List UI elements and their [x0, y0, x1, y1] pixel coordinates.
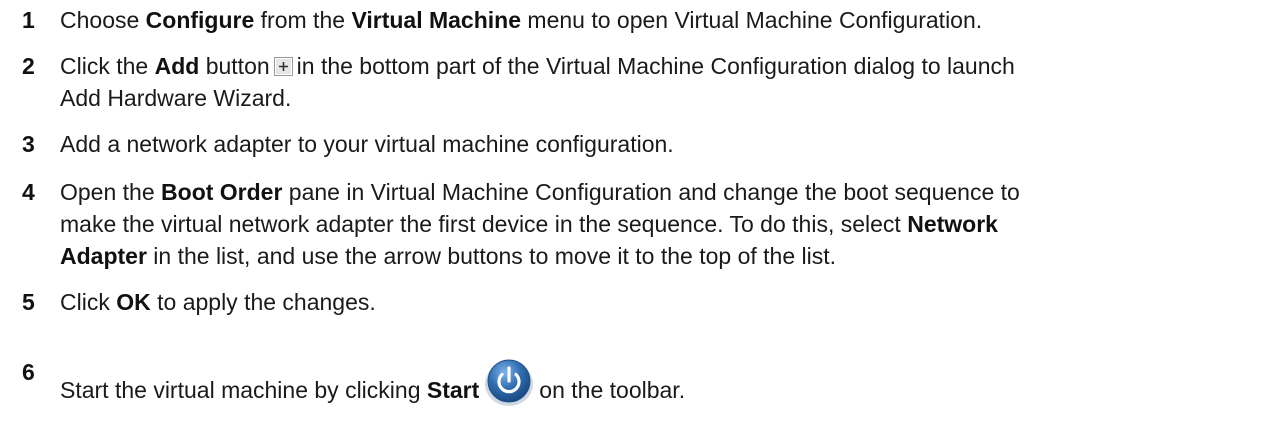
text-run: Open the	[60, 179, 162, 205]
text-run: Add a network adapter to your virtual ma…	[60, 131, 674, 157]
bold-term: Add	[154, 53, 200, 79]
add-plus-icon	[273, 57, 293, 76]
bold-term: OK	[116, 289, 151, 315]
text-run: button	[199, 53, 270, 79]
text-run: menu to open Virtual Machine Configurati…	[521, 7, 983, 33]
text-run: Click	[60, 289, 117, 315]
text-run: from the	[254, 7, 352, 33]
text-run: Add Hardware Wizard.	[60, 85, 292, 111]
step-text: Click the Add button in the bottom part o…	[60, 50, 1265, 114]
step-text: Open the Boot Order pane in Virtual Mach…	[60, 176, 1265, 272]
step-text: Click OK to apply the changes.	[60, 286, 1265, 318]
bold-term: Network	[907, 211, 998, 237]
bold-term: Boot Order	[161, 179, 283, 205]
text-run: in the bottom part of the Virtual Machin…	[296, 53, 1015, 79]
text-run: make the virtual network adapter the fir…	[60, 211, 908, 237]
bold-term: Start	[426, 377, 480, 403]
step-text: Add a network adapter to your virtual ma…	[60, 128, 1265, 160]
bold-term: Adapter	[60, 243, 147, 269]
bold-term: Virtual Machine	[351, 7, 522, 33]
step-text: Start the virtual machine by clicking St…	[60, 356, 1265, 408]
step-number: 3	[22, 131, 35, 157]
step-number: 6	[22, 359, 35, 385]
power-start-icon	[485, 359, 534, 406]
text-run: to apply the changes.	[150, 289, 376, 315]
text-run: pane in Virtual Machine Configuration an…	[282, 179, 1020, 205]
text-run: in the list, and use the arrow buttons t…	[146, 243, 837, 269]
text-run: Click the	[60, 53, 155, 79]
step-number: 5	[22, 289, 35, 315]
text-run: Choose	[60, 7, 146, 33]
step-number: 2	[22, 53, 35, 79]
bold-term: Configure	[145, 7, 255, 33]
text-run: on the toolbar.	[539, 377, 686, 403]
text-run: Start the virtual machine by clicking	[60, 377, 427, 403]
step-number: 4	[22, 179, 35, 205]
step-text: Choose Configure from the Virtual Machin…	[60, 4, 1265, 36]
step-number: 1	[22, 7, 35, 33]
